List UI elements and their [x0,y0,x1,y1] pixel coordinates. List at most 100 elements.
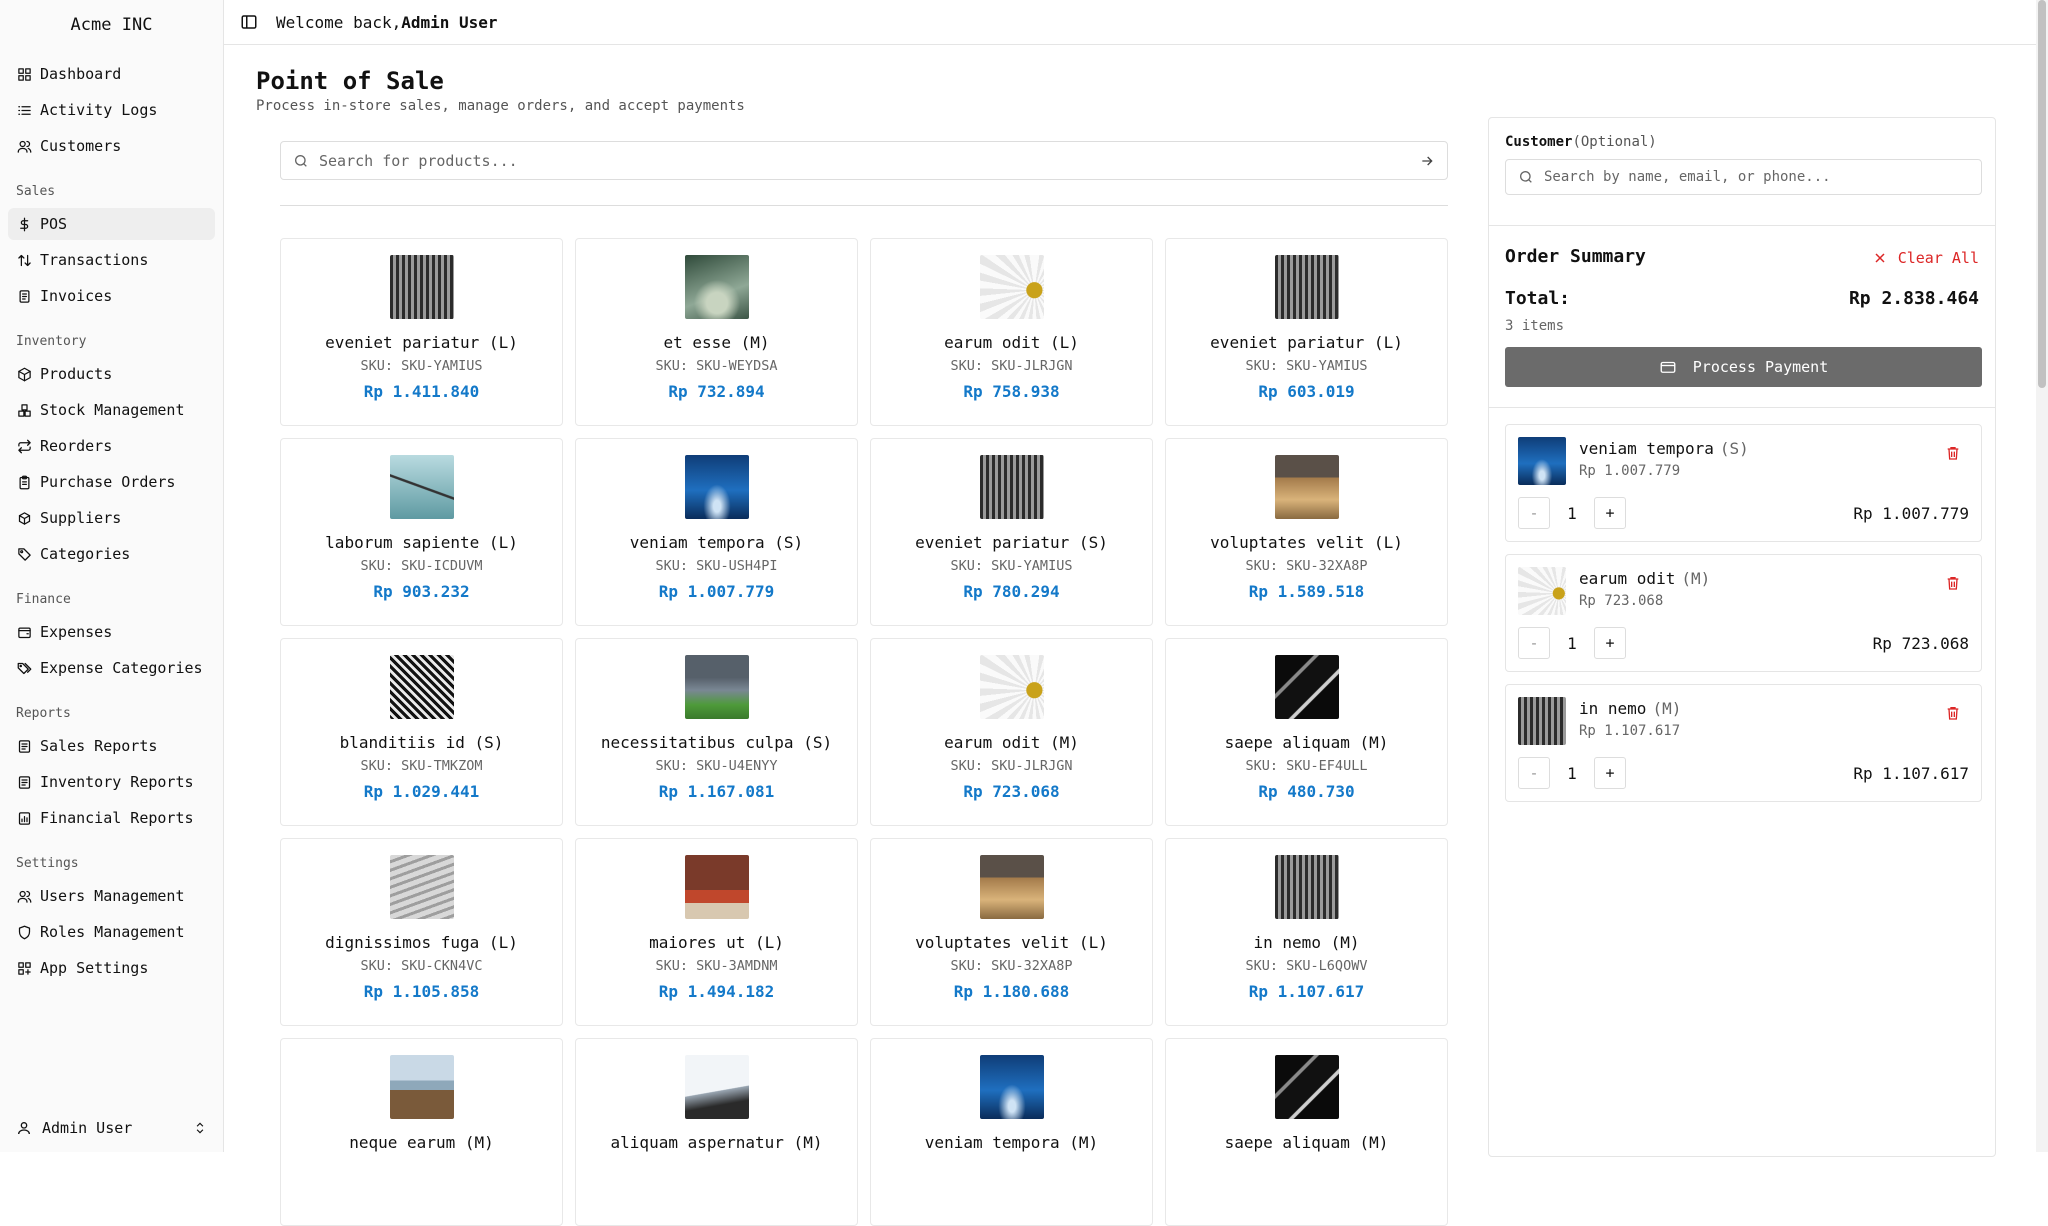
credit-card-icon [1659,358,1677,376]
cart-item-title: in nemo [1579,699,1647,718]
user-menu[interactable]: Admin User [8,1110,215,1146]
product-card[interactable]: earum odit (L) SKU: SKU-JLRJGN Rp 758.938 [870,238,1153,426]
sidebar-item-sales-reports[interactable]: Sales Reports [8,730,215,762]
page-title: Point of Sale [256,67,444,95]
product-card[interactable]: earum odit (M) SKU: SKU-JLRJGN Rp 723.068 [870,638,1153,826]
decrease-qty-button[interactable]: - [1518,627,1550,659]
sidebar-item-label: Expense Categories [40,659,203,677]
product-price: Rp 480.730 [1258,782,1355,801]
sidebar-item-users-management[interactable]: Users Management [8,880,215,912]
decrease-qty-button[interactable]: - [1518,757,1550,789]
process-payment-button[interactable]: Process Payment [1505,347,1982,387]
cart-item-image [1518,437,1566,485]
product-image [1274,455,1339,519]
product-search-input[interactable] [319,151,1419,170]
product-sku: SKU: SKU-32XA8P [950,958,1073,974]
product-card[interactable]: laborum sapiente (L) SKU: SKU-ICDUVM Rp 90… [280,438,563,626]
product-name: veniam tempora (S) [629,533,804,552]
cart-item-unit-price: Rp 723.068 [1579,593,1664,609]
decrease-qty-button[interactable]: - [1518,497,1550,529]
product-price: Rp 1.494.182 [658,982,775,1001]
product-sku: SKU: SKU-ICDUVM [360,558,483,574]
product-card[interactable]: eveniet pariatur (L) SKU: SKU-YAMIUS Rp 60… [1165,238,1448,426]
product-card[interactable]: in nemo (M) SKU: SKU-L6QOWV Rp 1.107.617 [1165,838,1448,1026]
product-image [684,455,749,519]
increase-qty-button[interactable]: + [1594,757,1626,789]
product-card[interactable]: dignissimos fuga (L) SKU: SKU-CKN4VC Rp 1.… [280,838,563,1026]
sidebar-item-customers[interactable]: Customers [8,130,215,162]
sidebar-item-label: Stock Management [40,401,185,419]
product-grid: eveniet pariatur (L) SKU: SKU-YAMIUS Rp 1.… [280,238,1448,1226]
product-name: voluptates velit (L) [915,933,1108,952]
sidebar-item-expenses[interactable]: Expenses [8,616,215,648]
sidebar-item-transactions[interactable]: Transactions [8,244,215,276]
product-name: earum odit (M) [944,733,1079,752]
sidebar-item-app-settings[interactable]: App Settings [8,952,215,984]
arrow-right-icon[interactable] [1419,153,1435,169]
scrollbar-thumb[interactable] [2038,0,2046,388]
sidebar-item-expense-categories[interactable]: Expense Categories [8,652,215,684]
customer-search-input[interactable] [1544,169,1969,185]
product-card[interactable]: aliquam aspernatur (M) [575,1038,858,1226]
sidebar-item-roles-management[interactable]: Roles Management [8,916,215,948]
sidebar-item-label: Categories [40,545,131,563]
sidebar-item-label: Inventory Reports [40,773,194,791]
sidebar-item-financial-reports[interactable]: Financial Reports [8,802,215,834]
product-card[interactable]: necessitatibus culpa (S) SKU: SKU-U4ENYY R… [575,638,858,826]
product-card[interactable]: et esse (M) SKU: SKU-WEYDSA Rp 732.894 [575,238,858,426]
product-card[interactable]: voluptates velit (L) SKU: SKU-32XA8P Rp 1.… [1165,438,1448,626]
sidebar-item-invoices[interactable]: Invoices [8,280,215,312]
product-card[interactable]: maiores ut (L) SKU: SKU-3AMDNM Rp 1.494.18… [575,838,858,1026]
sidebar-group-sales: Sales [16,184,56,199]
quantity-value: 1 [1567,633,1577,653]
product-card[interactable]: veniam tempora (M) [870,1038,1153,1226]
page-scrollbar[interactable] [2036,0,2048,1152]
product-card[interactable]: eveniet pariatur (L) SKU: SKU-YAMIUS Rp 1.… [280,238,563,426]
product-price: Rp 780.294 [963,582,1060,601]
product-name: aliquam aspernatur (M) [610,1133,823,1152]
dollar-icon [16,216,32,232]
sidebar-item-inventory-reports[interactable]: Inventory Reports [8,766,215,798]
product-card[interactable]: neque earum (M) [280,1038,563,1226]
sidebar-item-suppliers[interactable]: Suppliers [8,502,215,534]
total-value: Rp 2.838.464 [1848,288,1979,309]
cart-item-size: (M) [1652,699,1682,718]
sidebar-item-products[interactable]: Products [8,358,215,390]
product-name: neque earum (M) [349,1133,494,1152]
repeat-icon [16,438,32,454]
sidebar-item-categories[interactable]: Categories [8,538,215,570]
welcome-user: Admin User [401,12,498,32]
product-sku: SKU: SKU-WEYDSA [655,358,778,374]
increase-qty-button[interactable]: + [1594,497,1626,529]
sidebar-item-purchase-orders[interactable]: Purchase Orders [8,466,215,498]
customer-label: Customer(Optional) [1505,134,1657,150]
cart-item-unit-price: Rp 1.107.617 [1579,723,1681,739]
sidebar-item-stock-management[interactable]: Stock Management [8,394,215,426]
sidebar-item-label: Purchase Orders [40,473,176,491]
product-name: eveniet pariatur (S) [915,533,1108,552]
sidebar-item-label: Suppliers [40,509,122,527]
product-card[interactable]: saepe aliquam (M) [1165,1038,1448,1226]
cart-item-size: (S) [1719,439,1749,458]
tags-icon [16,660,32,676]
sidebar-item-pos[interactable]: POS [8,208,215,240]
sidebar-group-inventory: Inventory [16,334,87,349]
product-name: et esse (M) [663,333,770,352]
trash-icon[interactable] [1945,445,1961,461]
cart-item: in nemo (M) Rp 1.107.617 -1 + Rp 1.107.617 [1505,684,1982,802]
product-card[interactable]: voluptates velit (L) SKU: SKU-32XA8P Rp 1.… [870,838,1153,1026]
product-card[interactable]: veniam tempora (S) SKU: SKU-USH4PI Rp 1.00… [575,438,858,626]
clear-all-button[interactable]: Clear All [1872,246,1979,270]
trash-icon[interactable] [1945,575,1961,591]
sidebar-item-label: App Settings [40,959,149,977]
product-card[interactable]: eveniet pariatur (S) SKU: SKU-YAMIUS Rp 78… [870,438,1153,626]
sidebar-item-dashboard[interactable]: Dashboard [8,58,215,90]
sidebar-item-reorders[interactable]: Reorders [8,430,215,462]
increase-qty-button[interactable]: + [1594,627,1626,659]
sidebar-item-label: Customers [40,137,122,155]
product-card[interactable]: blanditiis id (S) SKU: SKU-TMKZOM Rp 1.029… [280,638,563,826]
trash-icon[interactable] [1945,705,1961,721]
sidebar-toggle-icon[interactable] [240,13,258,31]
product-card[interactable]: saepe aliquam (M) SKU: SKU-EF4ULL Rp 480.7… [1165,638,1448,826]
sidebar-item-activity-logs[interactable]: Activity Logs [8,94,215,126]
